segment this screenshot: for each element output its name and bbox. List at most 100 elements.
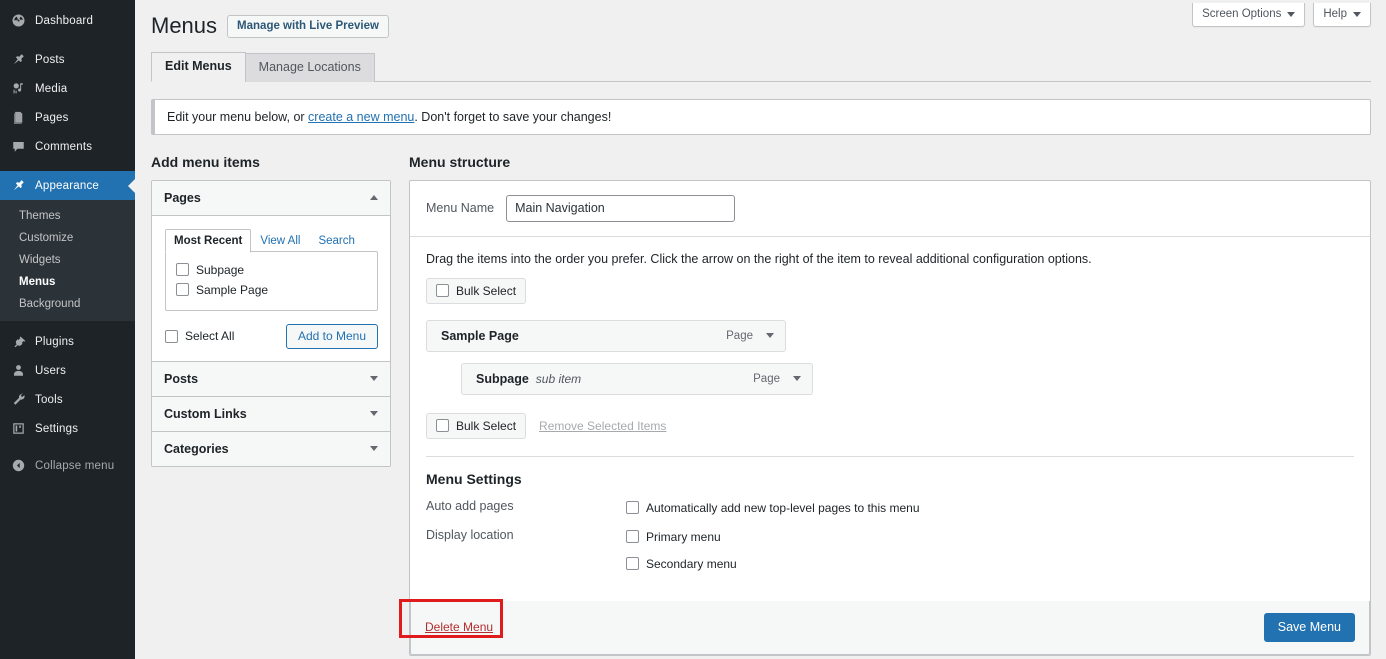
accordion-label: Posts [164, 371, 199, 386]
tools-wrench-icon [8, 390, 28, 410]
sidebar-item-label: Plugins [35, 335, 75, 348]
checkbox-secondary-menu[interactable]: Secondary menu [626, 554, 737, 574]
tab-view-all[interactable]: View All [251, 230, 309, 252]
setting-row-auto-add-pages: Auto add pages Automatically add new top… [426, 498, 1354, 518]
checkbox[interactable] [165, 329, 178, 343]
checkbox[interactable] [436, 284, 449, 298]
notice-prefix: Edit your menu below, or [167, 109, 309, 124]
accordion-header-custom-links[interactable]: Custom Links [152, 396, 390, 432]
delete-menu-link[interactable]: Delete Menu [425, 620, 493, 634]
list-item[interactable]: Sample Page [176, 280, 367, 300]
chevron-down-icon[interactable] [793, 376, 801, 382]
tab-search[interactable]: Search [309, 230, 363, 252]
sidebar-item-appearance[interactable]: Appearance [0, 171, 136, 200]
sidebar-subitem-themes[interactable]: Themes [0, 205, 135, 227]
accordion-label: Pages [164, 190, 201, 205]
sidebar-item-users[interactable]: Users [0, 356, 135, 385]
tab-most-recent[interactable]: Most Recent [165, 228, 252, 253]
checkbox[interactable] [436, 419, 449, 433]
screen-options-button[interactable]: Screen Options [1192, 3, 1306, 27]
sidebar-subitem-background[interactable]: Background [0, 293, 135, 315]
accordion-header-categories[interactable]: Categories [152, 431, 390, 466]
add-to-menu-button[interactable]: Add to Menu [285, 323, 378, 349]
screen-options-label: Screen Options [1202, 8, 1282, 20]
manage-with-live-preview-button[interactable]: Manage with Live Preview [227, 14, 389, 38]
chevron-down-icon [370, 411, 378, 417]
checkbox-label: Secondary menu [646, 556, 737, 571]
sidebar-item-posts[interactable]: Posts [0, 45, 135, 74]
select-all-label: Select All [185, 329, 235, 344]
accordion-body-pages: Most Recent View All Search Subpage Samp… [152, 215, 390, 362]
checkbox[interactable] [176, 283, 189, 297]
menu-item-row[interactable]: Subpage sub item Page [461, 362, 813, 395]
remove-selected-items-link[interactable]: Remove Selected Items [539, 419, 666, 433]
menu-name-input[interactable] [506, 194, 736, 222]
checkbox[interactable] [176, 263, 189, 277]
bulk-select-top[interactable]: Bulk Select [426, 277, 527, 304]
sidebar-item-comments[interactable]: Comments [0, 132, 135, 161]
add-menu-items-heading: Add menu items [151, 153, 260, 170]
sidebar-item-label: Tools [35, 393, 63, 406]
menu-editor-columns: Add menu items Pages Most Recent View Al… [151, 154, 1371, 656]
sidebar-item-pages[interactable]: Pages [0, 103, 135, 132]
sidebar-item-label: Appearance [35, 179, 100, 192]
setting-options: Primary menu Secondary menu [626, 527, 737, 574]
chevron-down-icon [1287, 11, 1296, 17]
menu-item-row[interactable]: Sample Page Page [426, 319, 786, 352]
accordion-label: Categories [164, 441, 229, 456]
tab-manage-locations[interactable]: Manage Locations [244, 52, 375, 82]
bulk-select-bottom[interactable]: Bulk Select [426, 412, 527, 439]
wordpress-admin-screen: Dashboard Posts Media Pages Comments App… [0, 0, 1386, 659]
sidebar-subitem-customize[interactable]: Customize [0, 227, 135, 249]
menu-structure-body: Drag the items into the order you prefer… [410, 237, 1370, 457]
sidebar-item-settings[interactable]: Settings [0, 414, 135, 443]
list-item[interactable]: Subpage [176, 260, 367, 280]
sidebar-item-plugins[interactable]: Plugins [0, 327, 135, 356]
select-all-toggle[interactable]: Select All [165, 326, 234, 346]
sidebar-collapse-menu[interactable]: Collapse menu [0, 451, 135, 480]
page-document-icon [8, 108, 28, 128]
menu-settings-section: Menu Settings Auto add pages Automatical… [410, 457, 1370, 601]
sidebar-item-dashboard[interactable]: Dashboard [0, 6, 135, 35]
menu-structure-panel: Menu Name Drag the items into the order … [409, 179, 1371, 656]
setting-options: Automatically add new top-level pages to… [626, 498, 920, 518]
sidebar-item-label: Posts [35, 53, 65, 66]
save-menu-button[interactable]: Save Menu [1263, 612, 1355, 642]
chevron-up-icon [370, 195, 378, 201]
sidebar-item-label: Comments [35, 140, 93, 153]
checkbox[interactable] [626, 530, 639, 544]
sidebar-item-label: Dashboard [35, 14, 94, 27]
menu-notice: Edit your menu below, or create a new me… [151, 98, 1371, 135]
help-button[interactable]: Help [1313, 3, 1371, 27]
checkbox-label: Primary menu [646, 529, 721, 544]
checkbox[interactable] [626, 501, 639, 515]
help-label: Help [1323, 8, 1347, 20]
bulk-select-label: Bulk Select [456, 283, 517, 298]
sidebar-collapse-label: Collapse menu [35, 459, 115, 472]
create-new-menu-link[interactable]: create a new menu [308, 110, 414, 124]
pages-checkbox-list: Subpage Sample Page [165, 250, 378, 311]
sidebar-item-media[interactable]: Media [0, 74, 135, 103]
sidebar-subitem-menus[interactable]: Menus [0, 271, 135, 293]
collapse-arrow-circle-icon [8, 456, 28, 476]
checkbox-primary-menu[interactable]: Primary menu [626, 527, 737, 547]
accordion-header-posts[interactable]: Posts [152, 361, 390, 397]
pages-panel-tabs: Most Recent View All Search [165, 228, 378, 253]
chevron-down-icon[interactable] [766, 333, 774, 339]
setting-label: Display location [426, 527, 514, 542]
menu-item-type: Page [753, 372, 780, 385]
sidebar-item-tools[interactable]: Tools [0, 385, 135, 414]
page-title-row: Menus Manage with Live Preview [151, 0, 1371, 41]
tab-edit-menus[interactable]: Edit Menus [151, 51, 246, 82]
pages-panel-footer: Select All Add to Menu [165, 323, 378, 349]
sidebar-subitem-widgets[interactable]: Widgets [0, 249, 135, 271]
accordion-header-pages[interactable]: Pages [152, 180, 390, 216]
list-item-label: Subpage [196, 262, 245, 277]
checkbox-auto-add-pages[interactable]: Automatically add new top-level pages to… [626, 498, 920, 518]
setting-label: Auto add pages [426, 498, 514, 513]
menu-item-meta: Page [753, 373, 801, 385]
checkbox[interactable] [626, 557, 639, 571]
dashboard-gauge-icon [8, 11, 28, 31]
plugin-plug-icon [8, 332, 28, 352]
